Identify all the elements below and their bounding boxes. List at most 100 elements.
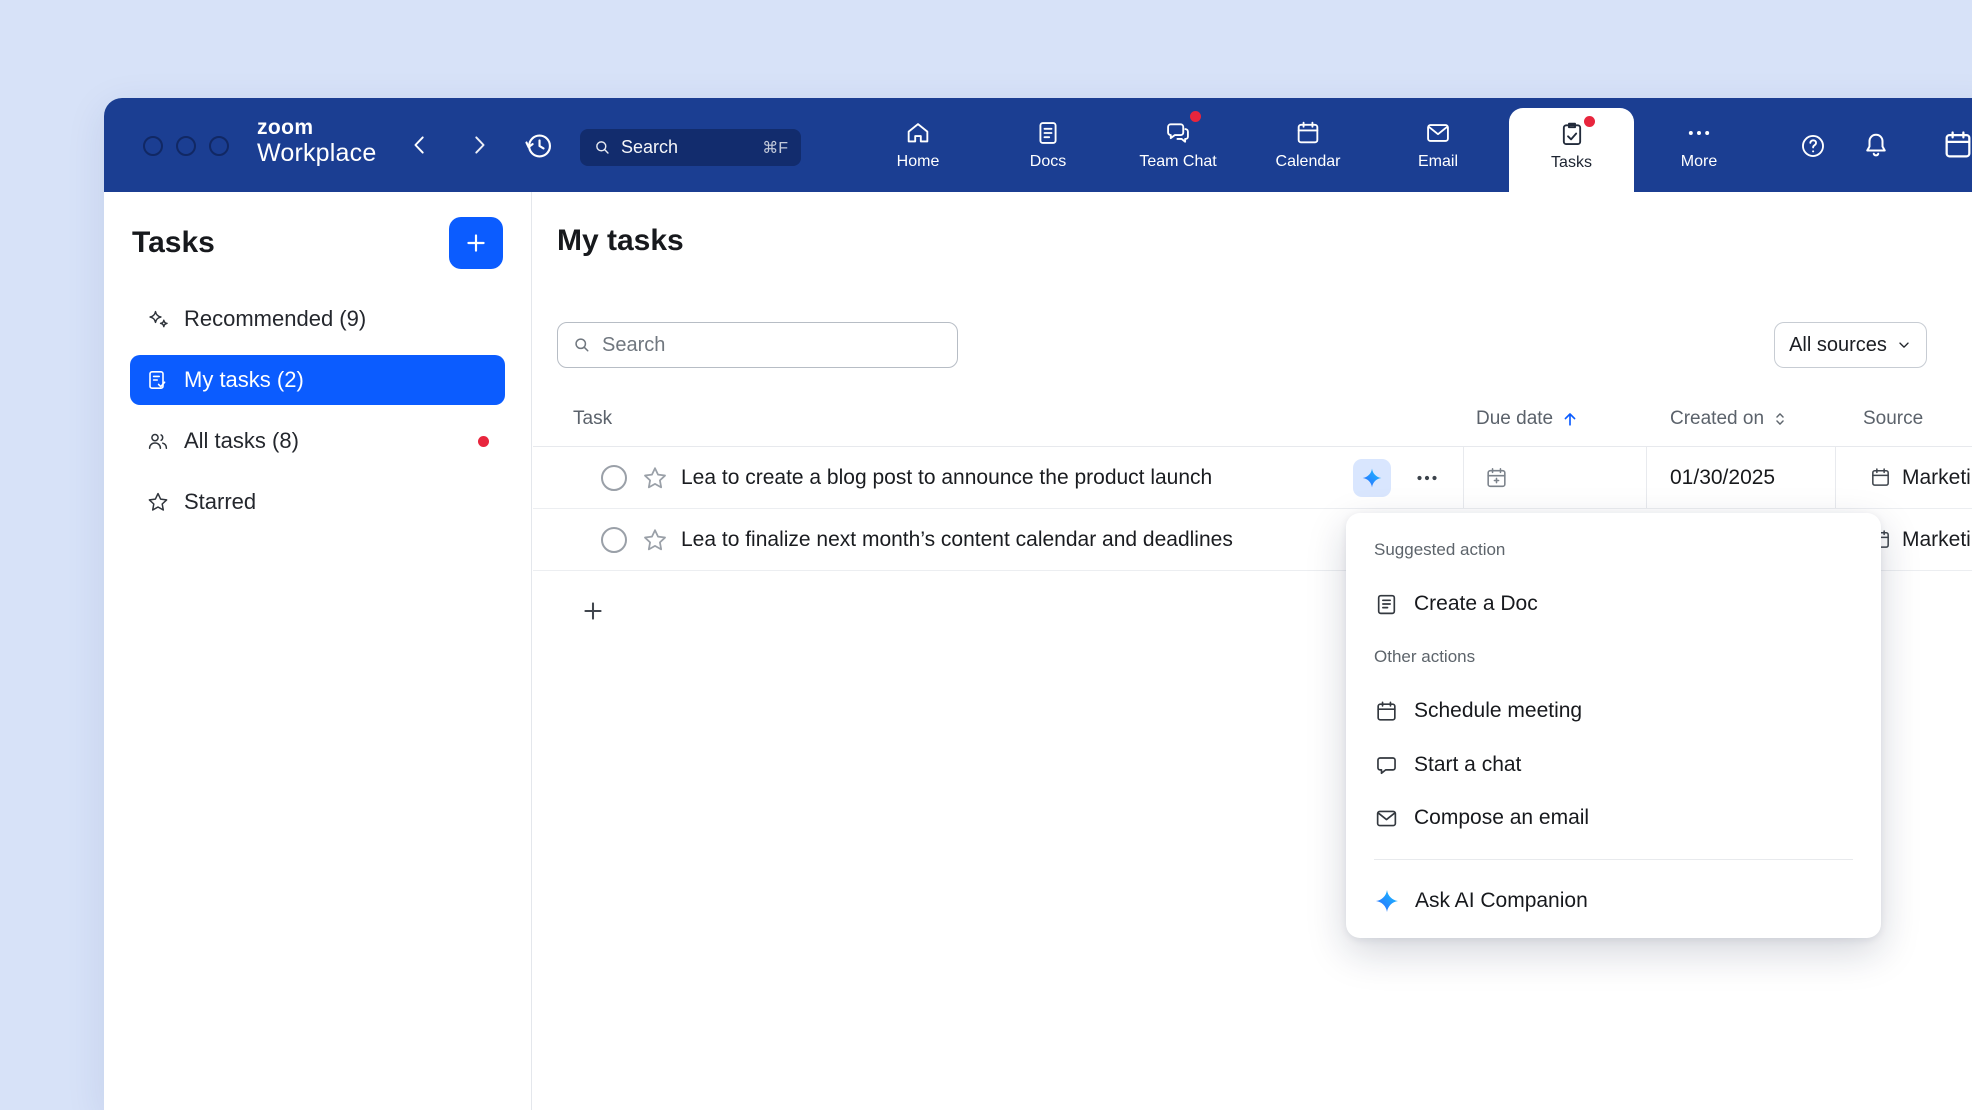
search-icon: [572, 335, 592, 355]
team-chat-icon: [1164, 119, 1192, 147]
source-label: Marketing: [1902, 466, 1972, 490]
column-label: Task: [573, 408, 612, 430]
search-icon: [593, 138, 612, 157]
nav-item-team-chat[interactable]: Team Chat: [1113, 98, 1243, 192]
task-complete-radio[interactable]: [601, 527, 627, 553]
nav-label: More: [1681, 153, 1717, 171]
nav-label: Tasks: [1551, 154, 1592, 172]
logo-workplace-text: Workplace: [257, 139, 376, 167]
history-button[interactable]: [523, 130, 555, 162]
sort-ascending-arrow-icon[interactable]: [1560, 409, 1580, 429]
due-date-calendar-icon[interactable]: [1484, 465, 1509, 490]
nav-label: Home: [897, 153, 940, 171]
source-cell: Marketing: [1869, 466, 1972, 490]
plus-icon: [580, 598, 606, 624]
home-icon: [904, 119, 932, 147]
page-title: My tasks: [557, 224, 684, 258]
row-more-button[interactable]: [1409, 460, 1445, 496]
source-filter-value: All sources: [1789, 334, 1887, 357]
nav-label: Docs: [1030, 153, 1066, 171]
my-tasks-icon: [146, 368, 170, 392]
nav-item-home[interactable]: Home: [853, 98, 983, 192]
notifications-button[interactable]: [1861, 130, 1891, 160]
global-search[interactable]: Search ⌘F: [580, 129, 801, 166]
sidebar-item-recommended[interactable]: Recommended (9): [130, 294, 505, 344]
menu-item-label: Schedule meeting: [1414, 699, 1582, 723]
column-label: Created on: [1670, 408, 1764, 430]
doc-icon: [1374, 592, 1399, 617]
history-clock-icon: [523, 130, 555, 162]
chevron-down-icon: [1896, 337, 1912, 353]
calendar-shortcut-button[interactable]: [1941, 128, 1972, 162]
topbar-nav: Home Docs Team Chat: [853, 98, 1764, 192]
nav-label: Email: [1418, 153, 1458, 171]
menu-item-label: Start a chat: [1414, 753, 1521, 777]
sparkles-icon: [146, 307, 170, 331]
sidebar-item-label: Recommended (9): [184, 306, 366, 332]
sidebar-item-label: Starred: [184, 489, 256, 515]
menu-item-label: Ask AI Companion: [1415, 889, 1588, 913]
notification-badge: [1190, 111, 1201, 122]
people-icon: [146, 429, 170, 453]
column-due-date[interactable]: Due date: [1476, 408, 1580, 430]
menu-item-schedule-meeting[interactable]: Schedule meeting: [1374, 689, 1861, 733]
sidebar-item-all-tasks[interactable]: All tasks (8): [130, 416, 505, 466]
nav-item-docs[interactable]: Docs: [983, 98, 1113, 192]
nav-item-tasks-active[interactable]: Tasks: [1509, 108, 1634, 192]
global-search-placeholder: Search: [621, 137, 678, 158]
desktop-background: zoom Workplace: [0, 0, 1972, 1110]
search-shortcut: ⌘F: [762, 138, 788, 158]
source-calendar-icon: [1869, 466, 1892, 489]
menu-item-start-chat[interactable]: Start a chat: [1374, 743, 1861, 787]
source-filter-dropdown[interactable]: All sources: [1774, 322, 1927, 368]
task-search-field[interactable]: [557, 322, 958, 368]
back-button[interactable]: [407, 132, 433, 158]
help-button[interactable]: [1799, 132, 1827, 160]
task-row[interactable]: Lea to create a blog post to announce th…: [533, 447, 1972, 509]
menu-divider: [1374, 859, 1853, 860]
more-ellipsis-icon: [1685, 119, 1713, 147]
menu-item-ask-ai-companion[interactable]: Ask AI Companion: [1374, 879, 1861, 923]
forward-button[interactable]: [466, 132, 492, 158]
menu-item-label: Compose an email: [1414, 806, 1589, 830]
calendar-icon: [1374, 699, 1399, 724]
email-icon: [1374, 806, 1399, 831]
source-label: Marketing: [1902, 528, 1972, 552]
source-cell: Marketing: [1869, 528, 1972, 552]
window-control-dot[interactable]: [176, 136, 196, 156]
zoom-workplace-logo: zoom Workplace: [257, 117, 376, 167]
window-control-dot[interactable]: [209, 136, 229, 156]
sort-chevrons-icon[interactable]: [1771, 410, 1789, 428]
ai-companion-button[interactable]: [1353, 459, 1391, 497]
star-icon[interactable]: [641, 464, 669, 492]
task-complete-radio[interactable]: [601, 465, 627, 491]
menu-section-heading: Suggested action: [1374, 540, 1505, 560]
sidebar-item-my-tasks[interactable]: My tasks (2): [130, 355, 505, 405]
menu-item-compose-email[interactable]: Compose an email: [1374, 796, 1861, 840]
add-task-inline-button[interactable]: [580, 598, 606, 624]
star-icon[interactable]: [641, 526, 669, 554]
task-actions-menu: Suggested action Create a Doc Other acti…: [1346, 513, 1881, 938]
menu-item-label: Create a Doc: [1414, 592, 1538, 616]
column-label: Due date: [1476, 408, 1553, 430]
nav-item-calendar[interactable]: Calendar: [1243, 98, 1373, 192]
column-created-on[interactable]: Created on: [1670, 408, 1789, 430]
tasks-icon: [1558, 120, 1586, 148]
nav-item-more[interactable]: More: [1634, 98, 1764, 192]
nav-label: Calendar: [1276, 153, 1341, 171]
sidebar-item-starred[interactable]: Starred: [130, 477, 505, 527]
column-label: Source: [1863, 408, 1923, 430]
column-source: Source: [1863, 408, 1923, 430]
nav-item-email[interactable]: Email: [1373, 98, 1503, 192]
docs-icon: [1034, 119, 1062, 147]
calendar-icon: [1941, 128, 1972, 162]
add-task-button[interactable]: [449, 217, 503, 269]
window-control-dot[interactable]: [143, 136, 163, 156]
help-question-icon: [1799, 132, 1827, 160]
menu-item-create-doc[interactable]: Create a Doc: [1374, 582, 1861, 626]
task-search-input[interactable]: [602, 334, 943, 357]
ai-sparkle-icon: [1361, 467, 1383, 489]
chevron-left-icon: [407, 132, 433, 158]
chevron-right-icon: [466, 132, 492, 158]
sidebar-title: Tasks: [132, 226, 215, 260]
